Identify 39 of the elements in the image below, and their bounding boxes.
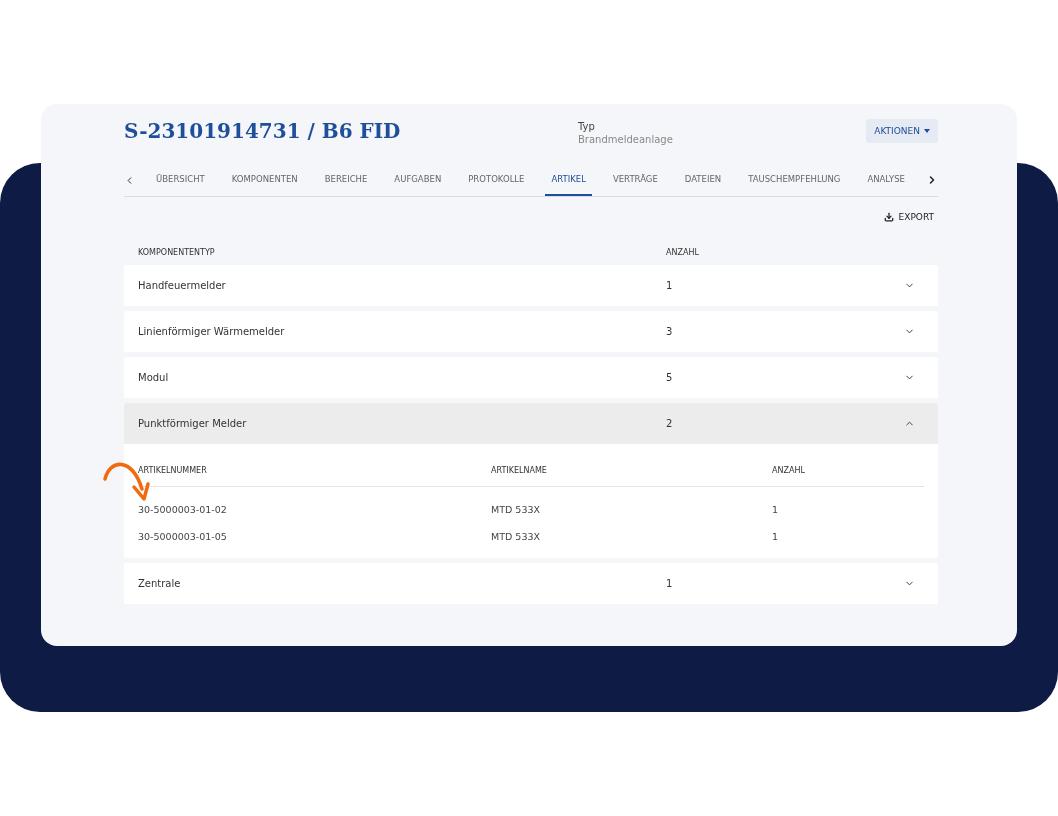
type-value: Brandmeldeanlage [578, 134, 674, 145]
tab[interactable]: ÜBERSICHT [150, 164, 211, 196]
column-header: ANZAHL [772, 465, 806, 475]
accordion-row[interactable]: Punktförmiger Melder 2 [124, 403, 938, 444]
tab[interactable]: AUFGABEN [388, 164, 448, 196]
tab[interactable]: PROTOKOLLE [462, 164, 531, 196]
table-cell-text: MTD 533X [491, 531, 541, 542]
download-icon [883, 212, 894, 222]
caret-icon [924, 129, 930, 133]
tab[interactable]: DATEIEN [678, 164, 728, 196]
tab[interactable]: ARTIKEL [545, 164, 592, 196]
table-cell-text: Modul [138, 372, 170, 383]
export-button[interactable]: EXPORT [879, 212, 938, 222]
column-header: ARTIKELNUMMER [138, 465, 208, 475]
tab[interactable]: KOMPONENTEN [225, 164, 304, 196]
actions-button[interactable]: AKTIONEN [866, 119, 938, 143]
type-label: Typ [578, 121, 596, 132]
table-cell-text: MTD 533X [491, 504, 541, 515]
column-header: KOMPONENTENTYP [138, 247, 216, 257]
table-cell-text: 5 [666, 372, 674, 383]
table-cell-text: 1 [772, 531, 780, 542]
table-cell-text: 30-5000003-01-02 [138, 504, 228, 515]
tab[interactable]: VERTRÄGE [606, 164, 664, 196]
column-header: ARTIKELNAME [491, 465, 548, 475]
table-cell-text: Zentrale [138, 578, 182, 589]
table-cell-text: Linienförmiger Wärmemelder [138, 326, 286, 337]
tab[interactable]: BEREICHE [318, 164, 374, 196]
table-cell-text: 2 [666, 418, 674, 429]
table-cell-text: 30-5000003-01-05 [138, 531, 228, 542]
page-title: S-23101914731 / B6 FID [124, 119, 402, 143]
table-cell-text: 3 [666, 326, 674, 337]
column-header: ANZAHL [666, 247, 700, 257]
tab[interactable]: TAUSCHEMPFEHLUNG [742, 164, 847, 196]
table-cell-text: 1 [666, 578, 674, 589]
table-cell-text: 1 [772, 504, 780, 515]
table-cell-text: Handfeuermelder [138, 280, 227, 291]
table-cell-text: Punktförmiger Melder [138, 418, 248, 429]
table-cell-text: 1 [666, 280, 674, 291]
tab[interactable]: ANALYSE [861, 164, 911, 196]
